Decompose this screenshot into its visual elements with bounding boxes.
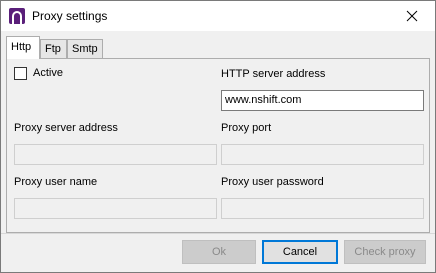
http-server-address-input[interactable]: www.nshift.com (221, 90, 424, 111)
proxy-port-input[interactable] (221, 144, 424, 165)
tab-http[interactable]: Http (6, 36, 40, 59)
close-icon (406, 10, 418, 22)
cancel-button[interactable]: Cancel (262, 240, 338, 264)
active-checkbox[interactable] (14, 67, 27, 80)
proxy-user-password-input[interactable] (221, 198, 424, 219)
http-server-address-label: HTTP server address (221, 68, 326, 80)
proxy-user-name-input[interactable] (14, 198, 217, 219)
active-label: Active (33, 67, 63, 79)
proxy-user-password-label: Proxy user password (221, 176, 324, 188)
proxy-server-address-label: Proxy server address (14, 122, 118, 134)
window-title: Proxy settings (32, 9, 108, 23)
proxy-settings-dialog: Proxy settings Http Ftp Smtp Active HTTP… (0, 0, 436, 273)
close-button[interactable] (389, 1, 435, 31)
footer-separator (1, 233, 435, 234)
ok-button[interactable]: Ok (182, 240, 256, 264)
tab-ftp[interactable]: Ftp (40, 39, 67, 58)
title-bar: Proxy settings (1, 1, 435, 31)
app-logo-icon (9, 8, 25, 24)
proxy-server-address-input[interactable] (14, 144, 217, 165)
proxy-port-label: Proxy port (221, 122, 272, 134)
check-proxy-button[interactable]: Check proxy (344, 240, 426, 264)
tab-smtp[interactable]: Smtp (67, 39, 103, 58)
proxy-user-name-label: Proxy user name (14, 176, 98, 188)
http-tab-panel: Active HTTP server address www.nshift.co… (6, 58, 430, 233)
